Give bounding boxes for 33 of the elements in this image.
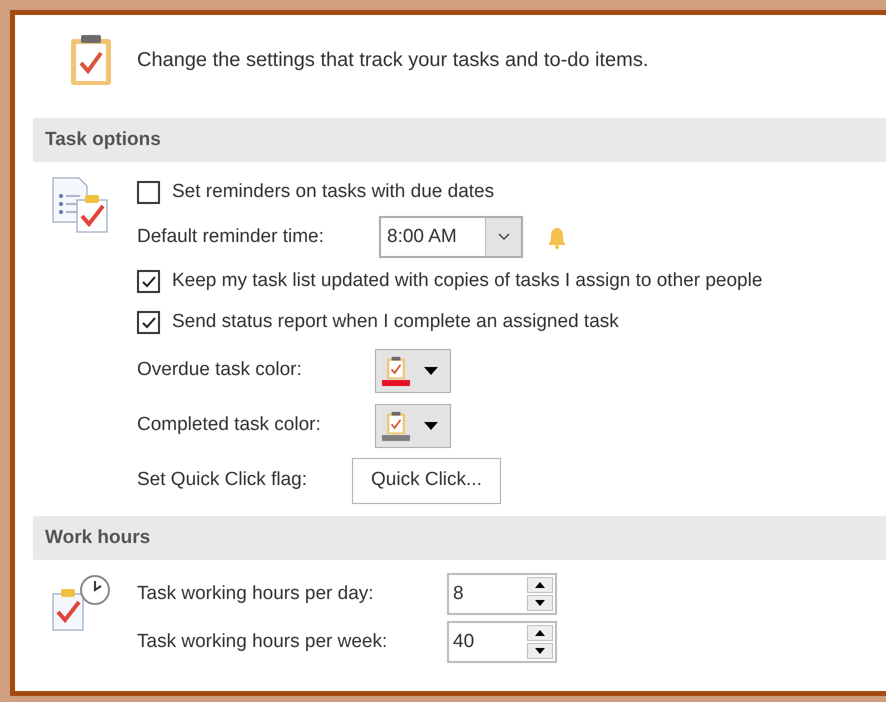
check-icon: [140, 274, 156, 290]
checkbox[interactable]: [137, 270, 160, 293]
field-label: Task working hours per week:: [137, 630, 388, 654]
color-picker[interactable]: [375, 348, 451, 392]
chevron-icon: [485, 218, 521, 256]
checkbox-label: Keep my task list updated with copies of tasks I assign to other people: [172, 269, 762, 294]
caret-icon: [424, 366, 438, 374]
checkbox[interactable]: [137, 311, 160, 334]
number-spinner[interactable]: 40: [447, 621, 557, 663]
header-text: Change the settings that track your tasks and to-do items.: [137, 48, 648, 73]
time-dropdown[interactable]: 8:00 AM: [379, 216, 523, 258]
spinner-value: 40: [453, 630, 474, 654]
field-label: Overdue task color:: [137, 358, 303, 382]
section-header: Work hours: [33, 516, 886, 560]
color-picker[interactable]: [375, 404, 451, 448]
task-clock-icon: [51, 574, 111, 632]
number-spinner[interactable]: 8: [447, 573, 557, 615]
clipboard-icon: [69, 33, 113, 87]
caret-icon: [424, 422, 438, 430]
checkbox[interactable]: [137, 181, 160, 204]
check-icon: [140, 314, 156, 330]
field-label: Set Quick Click flag:: [137, 468, 308, 492]
field-label: Task working hours per day:: [137, 582, 375, 606]
quick-click-button[interactable]: Quick Click...: [352, 458, 501, 504]
checkbox-label: Send status report when I complete an assigned task: [172, 310, 619, 334]
dropdown-value: 8:00 AM: [386, 224, 458, 249]
clipboard-icon: [385, 356, 407, 380]
field-label: Default reminder time:: [137, 224, 325, 249]
spinner-value: 8: [453, 582, 464, 606]
section-header: Task options: [33, 118, 886, 162]
clipboard-icon: [385, 410, 407, 434]
checkbox-label: Set reminders on tasks with due dates: [172, 180, 494, 204]
field-label: Completed task color:: [137, 413, 322, 438]
